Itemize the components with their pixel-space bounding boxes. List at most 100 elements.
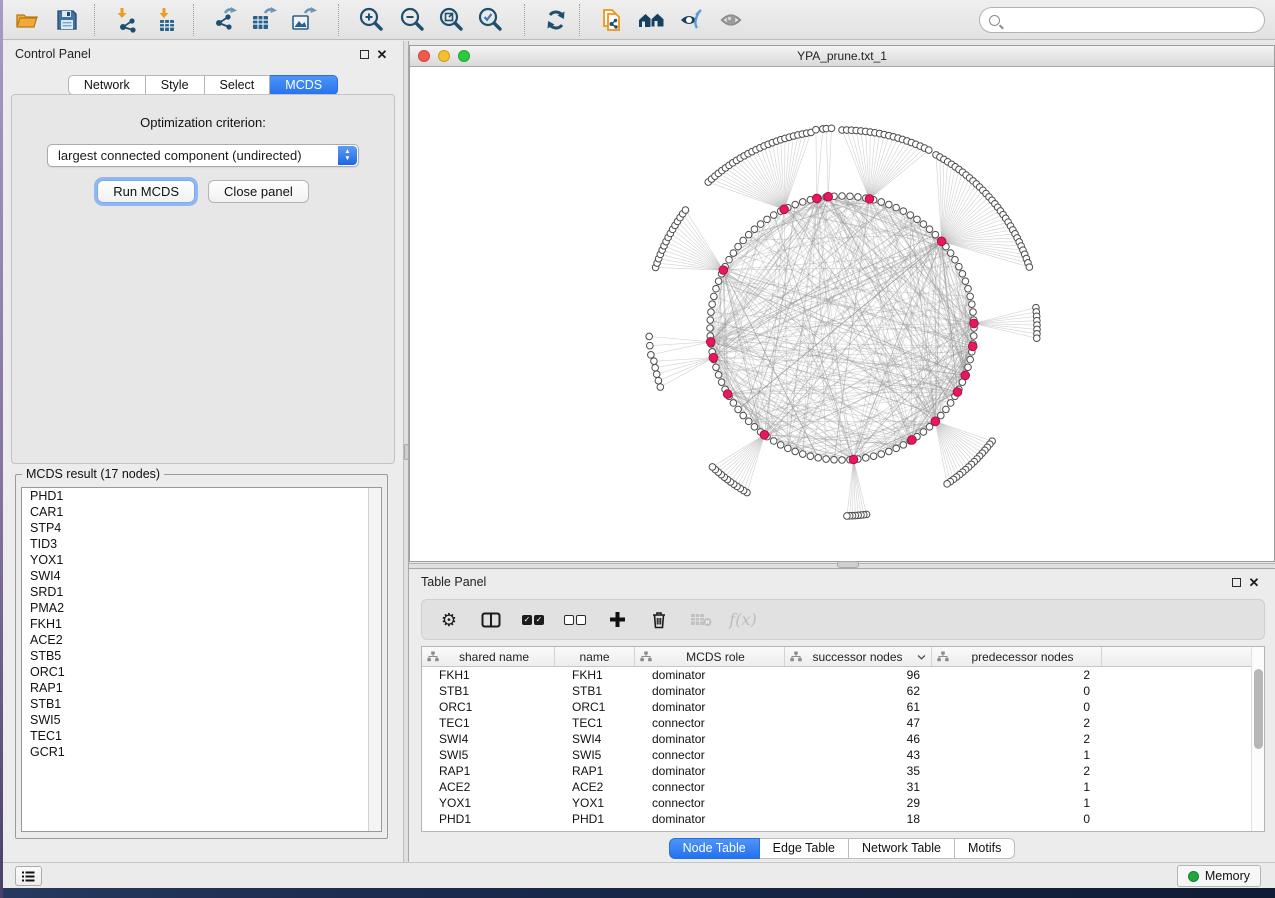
save-session-icon[interactable] [49, 3, 85, 37]
mcds-result-item[interactable]: SWI5 [22, 712, 381, 728]
table-row[interactable]: FKH1FKH1dominator962 [422, 667, 1264, 683]
mcds-result-item[interactable]: STB1 [22, 696, 381, 712]
cell-successor-nodes: 31 [785, 779, 932, 795]
network-view[interactable] [410, 67, 1274, 561]
mcds-result-item[interactable]: STB5 [22, 648, 381, 664]
cell-shared-name: RAP1 [422, 763, 555, 779]
mcds-result-item[interactable]: STP4 [22, 520, 381, 536]
cell-MCDS-role: connector [635, 747, 785, 763]
cell-predecessor-nodes: 0 [932, 811, 1102, 827]
float-panel-icon[interactable] [1227, 573, 1245, 591]
delete-table-icon[interactable] [688, 607, 714, 633]
mcds-list-scrollbar[interactable] [368, 488, 381, 831]
tab-mcds[interactable]: MCDS [270, 75, 338, 95]
export-network-icon[interactable] [207, 3, 243, 37]
tab-network-table[interactable]: Network Table [849, 838, 955, 859]
mcds-result-item[interactable]: YOX1 [22, 552, 381, 568]
close-window-icon[interactable] [418, 50, 430, 62]
memory-button[interactable]: Memory [1177, 865, 1261, 887]
column-header-predecessor-nodes[interactable]: predecessor nodes [932, 647, 1102, 666]
scrollbar-thumb[interactable] [1254, 669, 1263, 749]
zoom-fit-icon[interactable] [433, 3, 469, 37]
zoom-in-icon[interactable] [353, 3, 389, 37]
close-panel-button[interactable]: Close panel [208, 180, 309, 203]
table-row[interactable]: SWI4SWI4dominator462 [422, 731, 1264, 747]
open-folder-glyph [14, 7, 40, 33]
table-row[interactable]: SWI5SWI5connector431 [422, 747, 1264, 763]
search-input[interactable] [1006, 10, 1264, 30]
table-row[interactable]: TEC1TEC1connector472 [422, 715, 1264, 731]
run-mcds-button[interactable]: Run MCDS [97, 180, 195, 203]
float-panel-icon[interactable] [355, 45, 373, 63]
tab-motifs[interactable]: Motifs [955, 838, 1015, 859]
show-graphics-details-icon[interactable] [714, 3, 750, 37]
network-overview-icon[interactable] [634, 3, 670, 37]
cell-predecessor-nodes: 0 [932, 683, 1102, 699]
tab-node-table[interactable]: Node Table [669, 838, 760, 859]
table-row[interactable]: YOX1YOX1connector291 [422, 795, 1264, 811]
table-row[interactable]: ACE2ACE2connector311 [422, 779, 1264, 795]
column-type-icon [937, 651, 949, 662]
horizontal-splitter[interactable] [409, 563, 1275, 569]
zoom-out-glyph [398, 6, 426, 34]
mcds-result-item[interactable]: ORC1 [22, 664, 381, 680]
add-icon[interactable] [604, 607, 630, 633]
control-panel: Control Panel ✕ NetworkStyleSelectMCDS O… [3, 41, 403, 862]
table-row[interactable]: PHD1PHD1dominator180 [422, 811, 1264, 827]
mcds-result-item[interactable]: SRD1 [22, 584, 381, 600]
import-table-glyph [153, 6, 181, 34]
maximize-window-icon[interactable] [458, 50, 470, 62]
share-session-icon[interactable] [595, 3, 631, 37]
hide-graphics-details-icon[interactable] [674, 3, 710, 37]
export-image-icon[interactable] [285, 3, 321, 37]
deselect-all-icon[interactable] [562, 607, 588, 633]
mcds-result-item[interactable]: FKH1 [22, 616, 381, 632]
open-file-icon[interactable] [9, 3, 45, 37]
import-network-icon[interactable] [109, 3, 145, 37]
column-header-shared-name[interactable]: shared name [422, 647, 555, 666]
minimize-window-icon[interactable] [438, 50, 450, 62]
export-table-glyph [249, 6, 277, 34]
select-all-icon[interactable]: ✓✓ [520, 607, 546, 633]
table-row[interactable]: ORC1ORC1dominator610 [422, 699, 1264, 715]
tab-style[interactable]: Style [146, 75, 205, 95]
mcds-result-item[interactable]: ACE2 [22, 632, 381, 648]
mcds-result-item[interactable]: PHD1 [22, 488, 381, 504]
column-header-successor-nodes[interactable]: successor nodes [785, 647, 932, 666]
optimization-criterion-select[interactable]: largest connected component (undirected)… [47, 144, 359, 167]
table-row[interactable]: STB1STB1dominator620 [422, 683, 1264, 699]
mcds-result-item[interactable]: RAP1 [22, 680, 381, 696]
zoom-out-icon[interactable] [394, 3, 430, 37]
plus-glyph [609, 611, 626, 628]
tab-edge-table[interactable]: Edge Table [760, 838, 849, 859]
settings-icon[interactable]: ⚙ [436, 607, 462, 633]
cell-MCDS-role: connector [635, 795, 785, 811]
tab-network[interactable]: Network [68, 75, 146, 95]
close-panel-icon[interactable]: ✕ [373, 45, 391, 63]
task-history-icon[interactable] [15, 866, 42, 886]
export-table-icon[interactable] [245, 3, 281, 37]
column-header-name[interactable]: name [555, 647, 635, 666]
delete-icon[interactable] [646, 607, 672, 633]
cell-name: TEC1 [555, 715, 635, 731]
mcds-result-item[interactable]: TEC1 [22, 728, 381, 744]
export-image-glyph [289, 6, 317, 34]
splitter-handle[interactable] [837, 561, 859, 568]
mcds-result-item[interactable]: SWI4 [22, 568, 381, 584]
table-row[interactable]: RAP1RAP1dominator352 [422, 763, 1264, 779]
mcds-result-item[interactable]: PMA2 [22, 600, 381, 616]
mcds-result-item[interactable]: TID3 [22, 536, 381, 552]
zoom-selected-icon[interactable] [472, 3, 508, 37]
cell-shared-name: ORC1 [422, 699, 555, 715]
main-area: Control Panel ✕ NetworkStyleSelectMCDS O… [3, 41, 1275, 862]
column-header-MCDS-role[interactable]: MCDS role [635, 647, 785, 666]
refresh-view-icon[interactable] [538, 3, 574, 37]
table-scrollbar[interactable] [1251, 647, 1264, 831]
function-builder-icon[interactable]: f(x) [730, 607, 756, 633]
close-panel-icon[interactable]: ✕ [1245, 573, 1263, 591]
mcds-result-item[interactable]: GCR1 [22, 744, 381, 760]
import-table-icon[interactable] [149, 3, 185, 37]
column-view-icon[interactable] [478, 607, 504, 633]
mcds-result-item[interactable]: CAR1 [22, 504, 381, 520]
tab-select[interactable]: Select [205, 75, 271, 95]
